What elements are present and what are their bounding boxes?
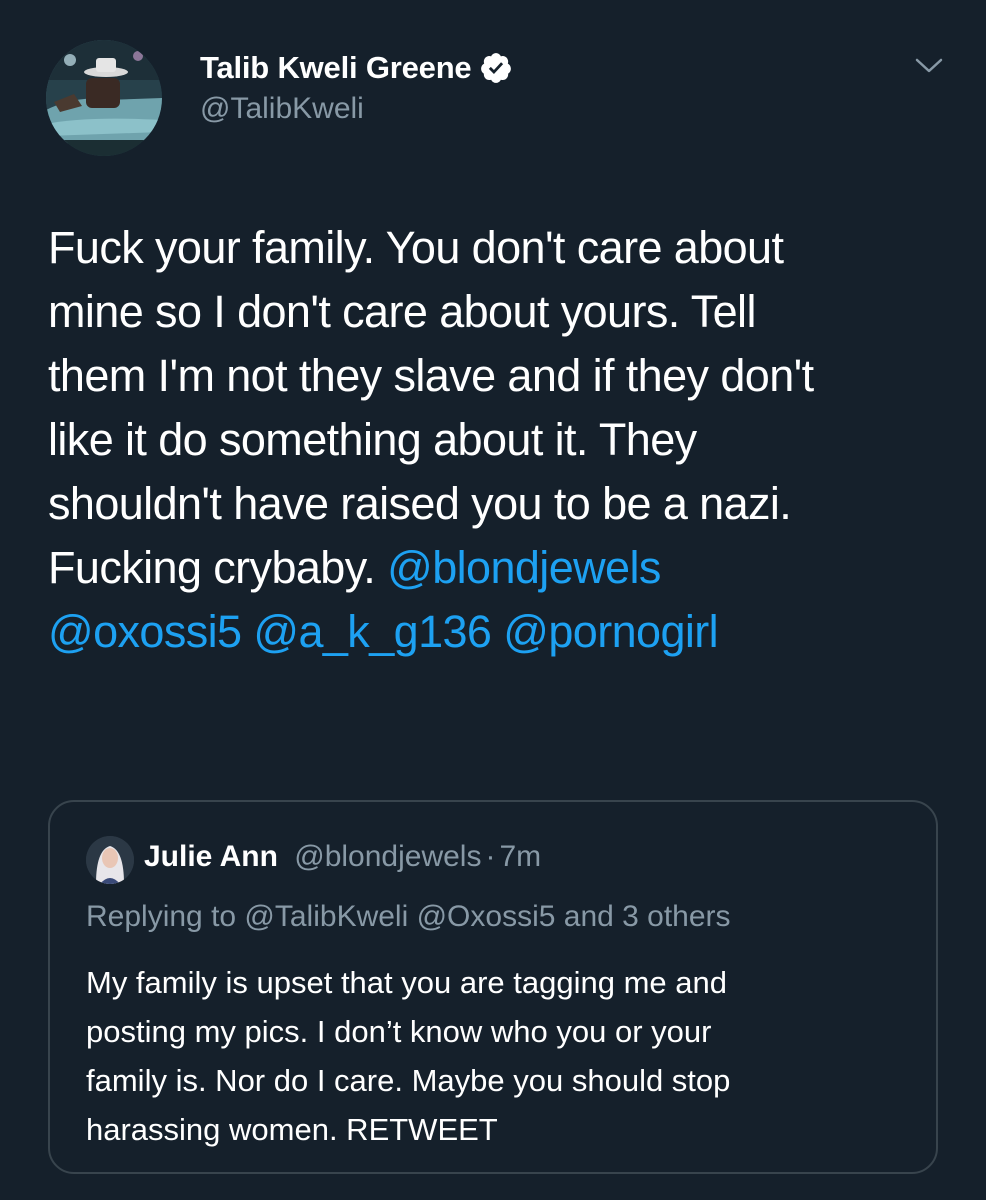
tweet-text-line: Fuck your family. You don't care about <box>48 216 948 280</box>
tweet-text-segment: mine so I don't care about yours. Tell <box>48 286 756 337</box>
tweet-text-line: Fucking crybaby. @blondjewels <box>48 536 948 600</box>
profile-photo-icon <box>46 40 162 156</box>
mention-link[interactable]: @a_k_g136 <box>253 606 492 657</box>
tweet-text-segment: Fucking crybaby. <box>48 542 388 593</box>
verified-badge-icon <box>479 51 513 85</box>
quoted-timestamp[interactable]: 7m <box>499 840 541 873</box>
tweet-text-line: shouldn't have raised you to be a nazi. <box>48 472 948 536</box>
quoted-tweet-text: My family is upset that you are tagging … <box>86 958 916 1154</box>
quoted-tweet-text-line: My family is upset that you are tagging … <box>86 965 727 1000</box>
tweet-text-line: mine so I don't care about yours. Tell <box>48 280 948 344</box>
mention-link[interactable]: @pornogirl <box>503 606 718 657</box>
mention-link[interactable]: @blondjewels <box>387 542 661 593</box>
quoted-tweet-text-line: harassing women. RETWEET <box>86 1112 498 1147</box>
quoted-header: Julie Ann @blondjewels · 7m <box>144 840 541 874</box>
mention-link[interactable]: @oxossi5 <box>48 606 242 657</box>
tweet-text-line: @oxossi5 @a_k_g136 @pornogirl <box>48 600 948 664</box>
chevron-down-icon[interactable] <box>914 56 944 76</box>
quoted-handle[interactable]: @blondjewels <box>294 840 481 873</box>
profile-photo-icon <box>86 836 134 884</box>
quoted-tweet-text-line: posting my pics. I don’t know who you or… <box>86 1014 712 1049</box>
tweet-text-segment <box>491 606 503 657</box>
author-avatar[interactable] <box>46 40 162 156</box>
tweet-detail: Talib Kweli Greene @TalibKweli Fuck your… <box>0 0 986 1200</box>
quoted-tweet[interactable]: Julie Ann @blondjewels · 7m Replying to @T… <box>48 800 938 1174</box>
replying-to-text: Replying to @TalibKweli @Oxossi5 and 3 o… <box>86 900 731 933</box>
tweet-text-segment: shouldn't have raised you to be a nazi. <box>48 478 792 529</box>
quoted-tweet-text-line: family is. Nor do I care. Maybe you shou… <box>86 1063 731 1098</box>
author-display-name[interactable]: Talib Kweli Greene <box>200 50 472 86</box>
author-handle[interactable]: @TalibKweli <box>200 92 513 126</box>
quoted-author-avatar[interactable] <box>86 836 134 884</box>
author-block: Talib Kweli Greene @TalibKweli <box>200 48 513 126</box>
tweet-text-line: like it do something about it. They <box>48 408 948 472</box>
tweet-text-line: them I'm not they slave and if they don'… <box>48 344 948 408</box>
tweet-text-segment: Fuck your family. You don't care about <box>48 222 784 273</box>
quoted-separator: · <box>485 840 496 873</box>
quoted-display-name[interactable]: Julie Ann <box>144 840 278 873</box>
tweet-text-segment <box>241 606 253 657</box>
tweet-text-segment: like it do something about it. They <box>48 414 697 465</box>
tweet-text: Fuck your family. You don't care about mi… <box>48 216 948 664</box>
tweet-text-segment: them I'm not they slave and if they don'… <box>48 350 814 401</box>
display-name-row: Talib Kweli Greene <box>200 48 513 88</box>
